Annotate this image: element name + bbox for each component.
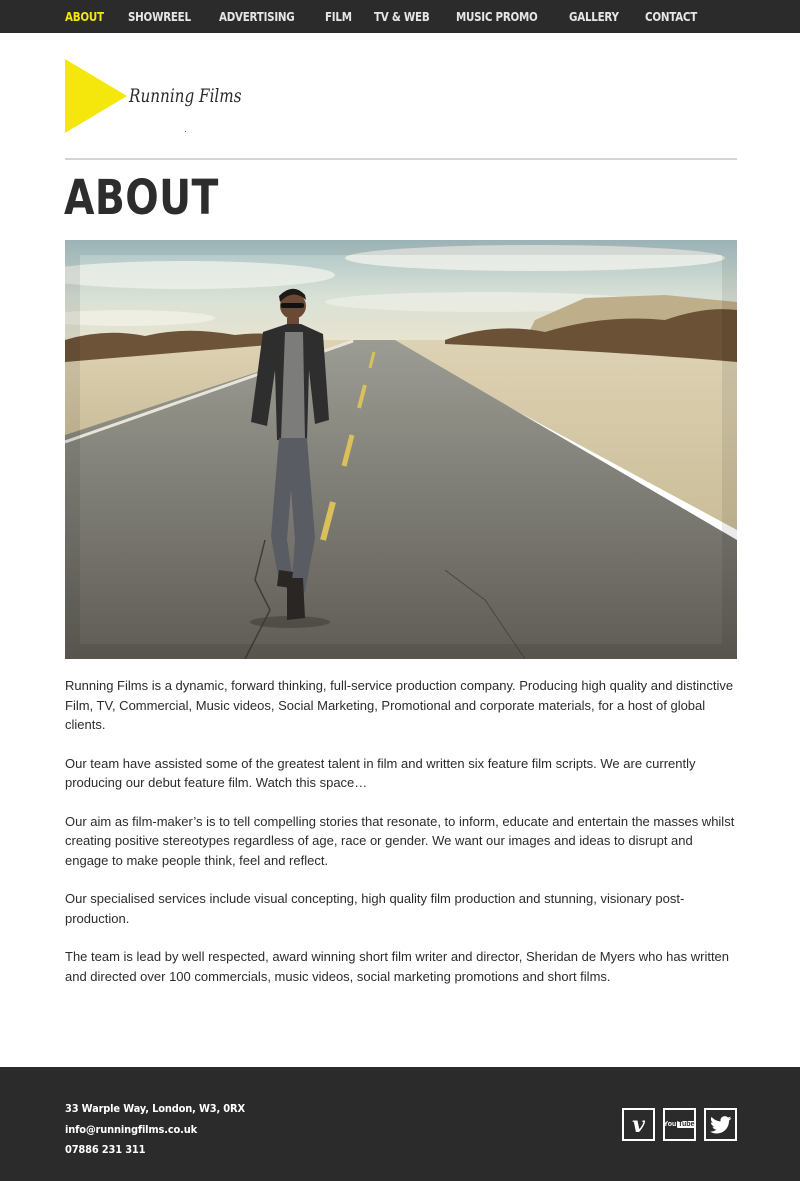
footer-email-link[interactable]: info@runningfilms.co.uk (65, 1120, 245, 1141)
nav-item-music-promo[interactable]: MUSIC PROMO (456, 10, 538, 24)
main-nav: ABOUT SHOWREEL ADVERTISING FILM TV & WEB… (65, 0, 724, 33)
paragraph-aim: Our aim as film-maker’s is to tell compe… (65, 813, 735, 868)
youtube-tube-text: Tube (677, 1121, 696, 1128)
nav-item-tv-web[interactable]: TV & WEB (374, 10, 430, 24)
site-logo[interactable]: Running Films (65, 59, 242, 139)
top-navigation-bar: ABOUT SHOWREEL ADVERTISING FILM TV & WEB… (0, 0, 800, 33)
hero-photo (65, 240, 737, 659)
youtube-icon[interactable]: You Tube (663, 1108, 696, 1141)
header-divider (65, 158, 737, 160)
vimeo-icon[interactable]: v (622, 1108, 655, 1141)
nav-item-contact[interactable]: CONTACT (645, 10, 697, 24)
youtube-you-text: You (663, 1121, 677, 1128)
page-title: ABOUT (64, 170, 219, 226)
contact-info: 33 Warple Way, London, W3, 0RX info@runn… (65, 1099, 265, 1161)
paragraph-team: Our team have assisted some of the great… (65, 755, 696, 791)
logo-text: Running Films (129, 85, 242, 107)
footer-address: 33 Warple Way, London, W3, 0RX (65, 1102, 245, 1115)
footer-phone: 07886 231 311 (65, 1143, 146, 1156)
twitter-bird-glyph (709, 1115, 731, 1133)
site-footer: 33 Warple Way, London, W3, 0RX info@runn… (0, 1067, 800, 1181)
twitter-icon[interactable] (704, 1108, 737, 1141)
nav-item-showreel[interactable]: SHOWREEL (128, 10, 191, 24)
about-content: Running Films is a dynamic, forward thin… (65, 676, 737, 1005)
paragraph-director: The team is lead by well respected, awar… (65, 949, 730, 984)
nav-item-film[interactable]: FILM (325, 10, 352, 24)
play-triangle-icon (65, 59, 127, 133)
logo-dot (185, 131, 186, 132)
nav-item-advertising[interactable]: ADVERTISING (219, 10, 295, 24)
nav-item-about[interactable]: ABOUT (65, 10, 104, 24)
social-links: v You Tube (622, 1108, 737, 1141)
nav-item-gallery[interactable]: GALLERY (569, 10, 619, 24)
paragraph-services: Our specialised services include visual … (65, 891, 685, 926)
paragraph-intro: Running Films is a dynamic, forward thin… (65, 678, 734, 732)
